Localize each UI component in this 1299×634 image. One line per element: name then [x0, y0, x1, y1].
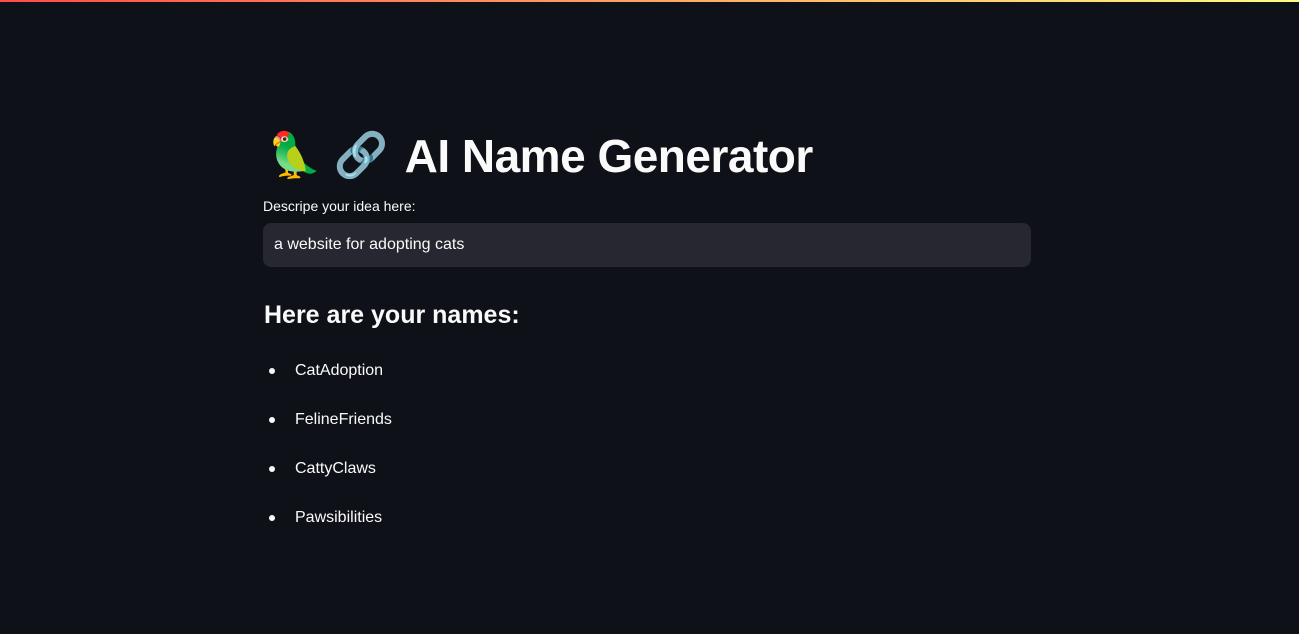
list-item: FelineFriends: [263, 395, 1031, 444]
bullet-icon: [269, 514, 275, 521]
bullet-icon: [269, 416, 275, 423]
main-content: 🦜 🔗 AI Name Generator Descripe your idea…: [263, 120, 1031, 542]
results-heading: Here are your names:: [264, 301, 520, 329]
list-item: CattyClaws: [263, 444, 1031, 493]
list-item: Pawsibilities: [263, 493, 1031, 542]
name-text: CatAdoption: [295, 361, 384, 379]
title-text: AI Name Generator: [404, 130, 814, 182]
name-text: Pawsibilities: [295, 508, 383, 526]
idea-input[interactable]: [263, 223, 1031, 267]
page-title: 🦜 🔗 AI Name Generator: [263, 120, 1031, 192]
list-item: CatAdoption: [263, 346, 1031, 395]
name-text: FelineFriends: [295, 410, 392, 428]
bullet-icon: [269, 367, 275, 374]
name-text: CattyClaws: [295, 459, 376, 477]
names-list: CatAdoption FelineFriends CattyClaws Paw…: [263, 346, 1031, 542]
top-decoration-bar: [0, 0, 1299, 2]
link-icon: 🔗: [333, 131, 389, 180]
bullet-icon: [269, 465, 275, 472]
parrot-icon: 🦜: [267, 131, 322, 180]
idea-input-label: Descripe your idea here:: [263, 198, 416, 214]
